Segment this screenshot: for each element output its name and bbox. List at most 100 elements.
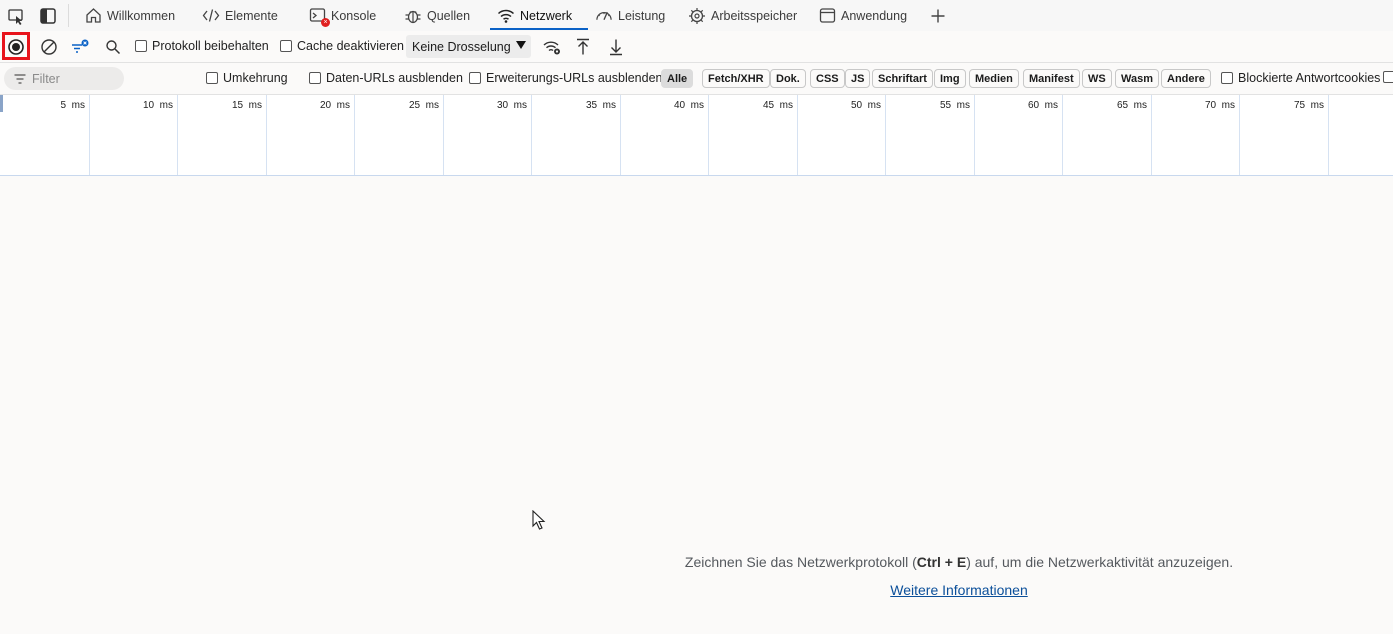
timeline-gridline <box>1062 95 1063 175</box>
empty-text-before: Zeichnen Sie das Netzwerkprotokoll ( <box>684 554 917 570</box>
inspect-element-icon[interactable] <box>6 6 26 26</box>
timeline-tick-label: 15 ms <box>231 100 262 111</box>
network-conditions-button[interactable] <box>540 35 564 59</box>
chip-icon <box>688 7 706 25</box>
throttling-value: Keine Drosselung <box>412 39 511 54</box>
record-icon <box>8 39 24 55</box>
tab-label: Netzwerk <box>520 8 573 23</box>
type-filter-manifest[interactable]: Manifest <box>1023 69 1080 88</box>
type-filter-media[interactable]: Medien <box>969 69 1019 88</box>
record-shortcut: Ctrl + E <box>916 554 967 570</box>
type-filter-wasm[interactable]: Wasm <box>1115 69 1159 88</box>
mouse-cursor-icon <box>532 509 546 533</box>
throttling-select[interactable]: Keine Drosselung <box>406 35 531 58</box>
checkbox-box[interactable] <box>469 72 481 84</box>
timeline-tick-label: 55 ms <box>939 100 970 111</box>
timeline-gridline <box>177 95 178 175</box>
timeline-gridline <box>708 95 709 175</box>
tab-willkommen[interactable]: Willkommen <box>84 0 175 31</box>
preserve-log-checkbox[interactable]: Protokoll beibehalten <box>135 39 269 53</box>
timeline-gridline <box>885 95 886 175</box>
overflow-checkbox[interactable] <box>1383 71 1393 83</box>
tab-arbeitsspeicher[interactable]: Arbeitsspeicher <box>688 0 797 31</box>
timeline-gridline <box>1239 95 1240 175</box>
timeline-tick-label: 70 ms <box>1204 100 1235 111</box>
type-filter-js[interactable]: JS <box>845 69 871 88</box>
tab-separator <box>68 4 69 27</box>
checkbox-box[interactable] <box>1221 72 1233 84</box>
checkbox-box[interactable] <box>135 40 147 52</box>
timeline-gridline <box>1328 95 1329 175</box>
tab-label: Arbeitsspeicher <box>711 8 798 23</box>
invert-label: Umkehrung <box>223 71 288 85</box>
record-button[interactable] <box>4 35 28 59</box>
download-icon <box>610 39 622 56</box>
type-filter-fetch-xhr[interactable]: Fetch/XHR <box>702 69 770 88</box>
hide-data-urls-checkbox[interactable]: Daten-URLs ausblenden <box>309 71 463 85</box>
type-filter-other[interactable]: Andere <box>1161 69 1211 88</box>
hide-extension-urls-checkbox[interactable]: Erweiterungs-URLs ausblenden <box>469 71 662 85</box>
timeline-gridline <box>443 95 444 175</box>
timeline-tick-label: 45 ms <box>762 100 793 111</box>
type-filter-ws[interactable]: WS <box>1082 69 1112 88</box>
code-icon <box>202 7 220 25</box>
search-icon <box>106 40 121 55</box>
type-filter-font[interactable]: Schriftart <box>872 69 933 88</box>
timeline-tick-label: 80 <box>1352 100 1393 111</box>
disable-cache-checkbox[interactable]: Cache deaktivieren <box>280 39 404 53</box>
export-har-button[interactable] <box>604 35 628 59</box>
empty-state-message: Zeichnen Sie das Netzwerkprotokoll (Ctrl… <box>560 554 1358 570</box>
network-overview-timeline[interactable]: 5 ms 10 ms 15 ms 20 ms 25 ms 30 ms 35 ms 40 ms 4… <box>0 95 1393 176</box>
learn-more-link[interactable]: Weitere Informationen <box>560 582 1358 598</box>
active-tab-indicator <box>490 28 588 30</box>
clear-button[interactable] <box>37 35 61 59</box>
bug-icon <box>404 7 422 25</box>
tab-leistung[interactable]: Leistung <box>595 0 665 31</box>
timeline-gridline <box>89 95 90 175</box>
tab-netzwerk[interactable]: Netzwerk <box>497 0 572 31</box>
tab-label: Konsole <box>331 8 377 23</box>
filter-icon <box>14 73 26 84</box>
tab-quellen[interactable]: Quellen <box>404 0 470 31</box>
toggle-drawer-icon[interactable] <box>38 6 58 26</box>
preserve-log-label: Protokoll beibehalten <box>152 39 269 53</box>
filter-lines-icon <box>72 39 89 53</box>
checkbox-box[interactable] <box>206 72 218 84</box>
error-badge-icon: × <box>321 17 330 27</box>
filter-input[interactable]: Filter <box>4 67 124 90</box>
timeline-tick-label: 65 ms <box>1116 100 1147 111</box>
dropdown-arrow-icon <box>516 41 526 49</box>
tab-elemente[interactable]: Elemente <box>202 0 278 31</box>
clear-icon <box>41 39 57 55</box>
timeline-tick-label: 60 ms <box>1027 100 1058 111</box>
timeline-tick-label: 5 ms <box>60 100 85 111</box>
checkbox-box[interactable] <box>309 72 321 84</box>
import-har-button[interactable] <box>571 35 595 59</box>
timeline-gridline <box>1151 95 1152 175</box>
window-icon <box>818 7 836 25</box>
wifi-icon <box>497 7 515 25</box>
checkbox-box[interactable] <box>280 40 292 52</box>
timeline-start-handle[interactable] <box>0 95 3 112</box>
blocked-cookies-checkbox[interactable]: Blockierte Antwortcookies <box>1221 71 1380 85</box>
invert-checkbox[interactable]: Umkehrung <box>206 71 288 85</box>
timeline-tick-label: 35 ms <box>585 100 616 111</box>
type-filter-img[interactable]: Img <box>934 69 966 88</box>
checkbox-box[interactable] <box>1383 71 1393 83</box>
timeline-gridline <box>797 95 798 175</box>
type-filter-all[interactable]: Alle <box>661 69 694 88</box>
tab-label: Anwendung <box>841 8 908 23</box>
tab-anwendung[interactable]: Anwendung <box>818 0 907 31</box>
filter-toggle-button[interactable] <box>68 35 92 59</box>
timeline-tick-label: 50 ms <box>850 100 881 111</box>
tab-konsole[interactable]: × Konsole <box>308 0 376 31</box>
search-button[interactable] <box>101 35 125 59</box>
upload-icon <box>577 38 589 55</box>
filter-placeholder: Filter <box>32 71 60 86</box>
type-filter-css[interactable]: CSS <box>810 69 845 88</box>
home-icon <box>84 7 102 25</box>
type-filter-doc[interactable]: Dok. <box>770 69 806 88</box>
timeline-tick-label: 25 ms <box>408 100 439 111</box>
tab-label: Willkommen <box>107 8 176 23</box>
add-tool-plus-icon[interactable] <box>928 6 948 26</box>
